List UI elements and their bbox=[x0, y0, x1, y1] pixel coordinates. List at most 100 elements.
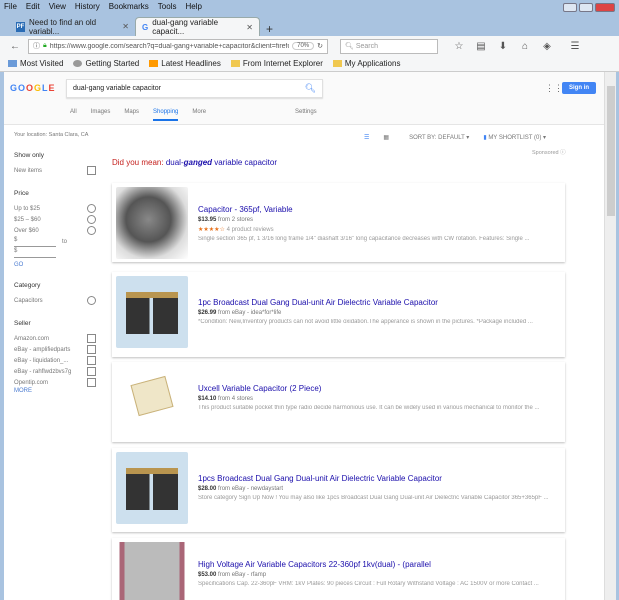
minimize-button[interactable] bbox=[563, 3, 577, 12]
result-title[interactable]: 1pc Broadcast Dual Gang Dual-unit Air Di… bbox=[198, 298, 553, 307]
result-title[interactable]: Capacitor - 365pf, Variable bbox=[198, 205, 553, 214]
checkbox[interactable] bbox=[87, 367, 96, 376]
checkbox[interactable] bbox=[87, 378, 96, 387]
shortlist-icon: ▮ bbox=[483, 135, 487, 141]
result-card[interactable]: Capacitor - 365pf, Variable $13.95 from … bbox=[112, 183, 565, 262]
browser-search-input[interactable]: 🔍︎ Search bbox=[340, 38, 438, 54]
back-icon[interactable]: ← bbox=[6, 41, 24, 52]
close-window-button[interactable] bbox=[595, 3, 615, 12]
menu-view[interactable]: View bbox=[49, 2, 66, 11]
bookmark-my-applications[interactable]: My Applications bbox=[332, 59, 400, 68]
bookmark-from-ie[interactable]: From Internet Explorer bbox=[230, 59, 323, 68]
google-doodle-logo[interactable]: GOOGLE bbox=[10, 83, 56, 93]
navigation-bar: ← ⓘ 🔒︎ https://www.google.com/search?q=du… bbox=[0, 36, 619, 56]
filter-new-items[interactable]: New items bbox=[14, 165, 96, 176]
sponsored-label[interactable]: Sponsored ⓘ bbox=[532, 148, 566, 156]
lock-icon: 🔒︎ bbox=[43, 42, 47, 49]
tab-all[interactable]: All bbox=[70, 109, 77, 121]
result-card[interactable]: 1pc Broadcast Dual Gang Dual-unit Air Di… bbox=[112, 272, 565, 357]
bookmark-most-visited[interactable]: Most Visited bbox=[8, 59, 63, 68]
pocket-icon[interactable]: ◈ bbox=[538, 41, 556, 52]
bookmark-latest-headlines[interactable]: Latest Headlines bbox=[149, 59, 221, 68]
reading-list-icon[interactable]: ▤ bbox=[472, 41, 490, 52]
search-icon[interactable]: 🔍︎ bbox=[305, 83, 316, 94]
menu-help[interactable]: Help bbox=[185, 2, 201, 11]
to-label: to bbox=[62, 238, 68, 245]
new-tab-button[interactable]: + bbox=[260, 22, 279, 36]
menu-bookmarks[interactable]: Bookmarks bbox=[109, 2, 149, 11]
home-icon[interactable]: ⌂ bbox=[516, 41, 534, 52]
url-text: https://www.google.com/search?q=dual-gan… bbox=[49, 42, 290, 50]
price-option[interactable]: Up to $25 bbox=[14, 203, 96, 214]
source: from eBay - newdaystart bbox=[218, 486, 284, 492]
settings-link[interactable]: Settings bbox=[295, 109, 317, 115]
checkbox[interactable] bbox=[87, 334, 96, 343]
tab-physicsforums[interactable]: PF Need to find an old variabl... ✕ bbox=[10, 17, 135, 36]
reviews-link[interactable]: 4 product reviews bbox=[227, 227, 274, 233]
seller-option[interactable]: Amazon.com bbox=[14, 333, 96, 344]
result-card[interactable]: Uxcell Variable Capacitor (2 Piece) $14.… bbox=[112, 362, 565, 442]
sign-in-button[interactable]: Sign in bbox=[562, 82, 596, 94]
suggested-query-link[interactable]: dual-ganged variable capacitor bbox=[166, 158, 277, 167]
checkbox[interactable] bbox=[87, 356, 96, 365]
max-price-input[interactable]: $ bbox=[14, 248, 56, 258]
tab-more[interactable]: More bbox=[192, 109, 206, 121]
seller-option[interactable]: eBay - amplifiedparts bbox=[14, 344, 96, 355]
result-card[interactable]: High Voltage Air Variable Capacitors 22-… bbox=[112, 538, 565, 600]
price-option[interactable]: Over $60 bbox=[14, 225, 96, 236]
seller-option[interactable]: Opentip.com bbox=[14, 377, 96, 388]
result-title[interactable]: 1pcs Broadcast Dual Gang Dual-unit Air D… bbox=[198, 474, 553, 483]
radio[interactable] bbox=[87, 204, 96, 213]
bookmark-star-icon[interactable]: ☆ bbox=[450, 41, 468, 52]
downloads-icon[interactable]: ⬇ bbox=[494, 41, 512, 52]
menu-history[interactable]: History bbox=[75, 2, 100, 11]
price-option[interactable]: $25 – $60 bbox=[14, 214, 96, 225]
seller-option[interactable]: eBay - rahflwdzbvs7g bbox=[14, 366, 96, 377]
show-only-heading: Show only bbox=[14, 152, 44, 159]
result-card[interactable]: 1pcs Broadcast Dual Gang Dual-unit Air D… bbox=[112, 448, 565, 532]
query-text: dual-gang variable capacitor bbox=[73, 85, 161, 92]
tab-label: dual-gang variable capacit... bbox=[152, 18, 219, 36]
shortlist-dropdown[interactable]: ▮ MY SHORTLIST (0) ▾ bbox=[483, 134, 546, 141]
tab-images[interactable]: Images bbox=[91, 109, 111, 121]
radio[interactable] bbox=[87, 296, 96, 305]
more-sellers-link[interactable]: MORE bbox=[14, 388, 96, 394]
reload-icon[interactable]: ↻ bbox=[317, 42, 323, 50]
product-image[interactable] bbox=[116, 366, 188, 438]
checkbox[interactable] bbox=[87, 345, 96, 354]
tab-maps[interactable]: Maps bbox=[124, 109, 139, 121]
menu-tools[interactable]: Tools bbox=[158, 2, 177, 11]
tab-google-search[interactable]: Gdual-gang variable capacit... ✕ bbox=[135, 17, 260, 36]
product-image[interactable] bbox=[116, 542, 188, 600]
checkbox[interactable] bbox=[87, 166, 96, 175]
list-view-icon[interactable]: ☰ bbox=[364, 134, 369, 141]
google-search-input[interactable]: dual-gang variable capacitor 🔍︎ bbox=[66, 79, 323, 98]
info-icon[interactable]: ⓘ bbox=[33, 41, 40, 51]
radio[interactable] bbox=[87, 226, 96, 235]
category-option[interactable]: Capacitors bbox=[14, 295, 96, 306]
grid-view-icon[interactable]: ▦ bbox=[383, 134, 389, 141]
close-tab-icon[interactable]: ✕ bbox=[122, 22, 129, 31]
url-bar[interactable]: ⓘ 🔒︎ https://www.google.com/search?q=dual… bbox=[28, 38, 328, 54]
min-price-input[interactable]: $ bbox=[14, 237, 56, 247]
hamburger-menu-icon[interactable]: ☰ bbox=[566, 41, 584, 52]
maximize-button[interactable] bbox=[579, 3, 593, 12]
scrollbar-thumb[interactable] bbox=[607, 86, 615, 216]
product-image[interactable] bbox=[116, 452, 188, 524]
result-title[interactable]: High Voltage Air Variable Capacitors 22-… bbox=[198, 560, 553, 569]
zoom-level[interactable]: 70% bbox=[292, 42, 315, 50]
sort-dropdown[interactable]: SORT BY: DEFAULT ▾ bbox=[409, 134, 469, 141]
seller-option[interactable]: eBay - liquidation_... bbox=[14, 355, 96, 366]
menu-edit[interactable]: Edit bbox=[26, 2, 40, 11]
menu-file[interactable]: File bbox=[4, 2, 17, 11]
product-image[interactable] bbox=[116, 276, 188, 348]
go-button[interactable]: GO bbox=[14, 262, 96, 268]
product-image[interactable] bbox=[116, 187, 188, 259]
radio[interactable] bbox=[87, 215, 96, 224]
tab-shopping[interactable]: Shopping bbox=[153, 109, 179, 121]
result-title[interactable]: Uxcell Variable Capacitor (2 Piece) bbox=[198, 384, 553, 393]
bookmark-getting-started[interactable]: Getting Started bbox=[73, 59, 139, 68]
vertical-scrollbar[interactable] bbox=[604, 72, 616, 600]
price: $28.00 bbox=[198, 486, 217, 492]
close-tab-icon[interactable]: ✕ bbox=[246, 23, 253, 32]
